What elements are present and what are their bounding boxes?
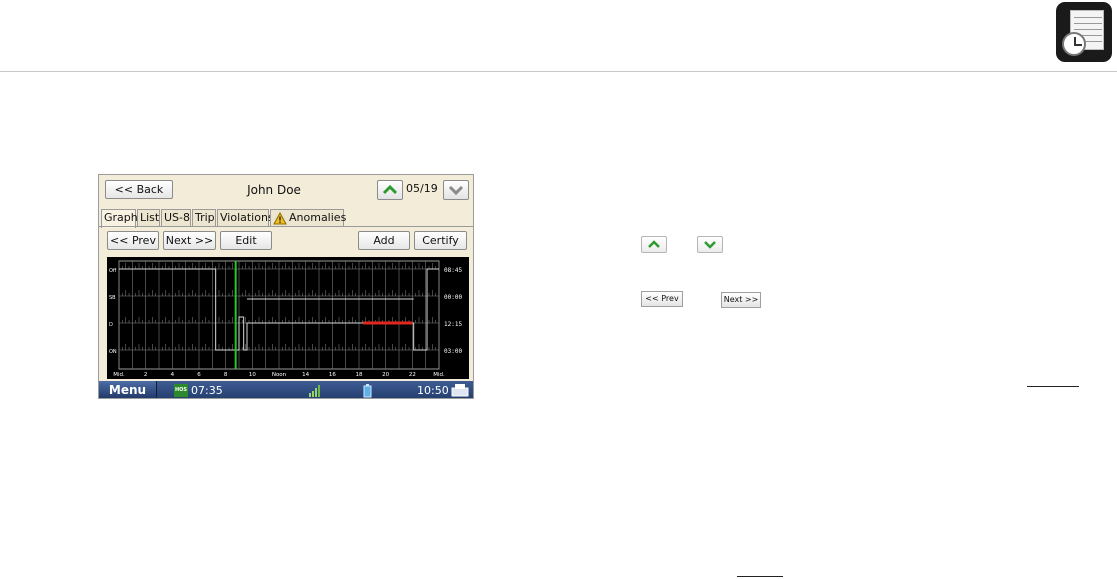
add-button[interactable]: Add <box>358 231 410 250</box>
inline-up-arrow <box>641 236 667 253</box>
status-row-label: D <box>109 322 113 328</box>
hour-axis-label: 16 <box>329 372 336 378</box>
inline-next-button: Next >> <box>721 292 761 308</box>
status-row-label: SB <box>109 295 116 301</box>
device-screen: << Back John Doe 05/19 Graph List US-8 T… <box>98 174 474 399</box>
hour-axis-label: Noon <box>272 372 287 378</box>
duty-status-graph-svg: Off SB D ON 08:45 00:00 12:15 03:00 Mid. 2 4 6 8 10 No… <box>109 260 462 378</box>
tab-list[interactable]: List <box>137 209 160 227</box>
hour-axis-label: 10 <box>249 372 256 378</box>
certify-button[interactable]: Certify <box>414 231 467 250</box>
inline-down-arrow <box>697 236 723 253</box>
status-row-label: Off <box>109 268 117 274</box>
tab-trip[interactable]: Trip <box>192 209 216 227</box>
signal-icon <box>309 385 320 397</box>
tab-divider <box>99 226 473 227</box>
status-total: 00:00 <box>444 294 462 301</box>
status-total: 03:00 <box>444 348 462 355</box>
hour-axis-label: 8 <box>224 372 228 378</box>
edit-button[interactable]: Edit <box>220 231 272 250</box>
underline-mark <box>737 576 783 577</box>
hour-axis-label: 18 <box>356 372 363 378</box>
tab-us8[interactable]: US-8 <box>161 209 191 227</box>
clock-icon <box>1062 32 1086 56</box>
inline-prev-button: << Prev <box>641 291 683 307</box>
chevron-down-icon <box>448 185 464 196</box>
battery-phone-icon <box>363 384 372 398</box>
tab-violations[interactable]: Violations <box>217 209 274 227</box>
chevron-up-icon <box>382 184 398 195</box>
back-button[interactable]: << Back <box>105 180 173 199</box>
hos-remaining-time: 07:35 <box>191 384 223 397</box>
status-bar: Menu HOS 07:35 10:50 <box>99 381 473 398</box>
hour-axis-label: 20 <box>382 372 389 378</box>
clock-time: 10:50 <box>417 384 449 397</box>
chevron-down-icon <box>704 241 716 249</box>
status-total: 08:45 <box>444 267 462 274</box>
status-total: 12:15 <box>444 321 462 328</box>
hour-axis-label: 2 <box>144 372 148 378</box>
hour-axis-label: Mid. <box>113 372 125 378</box>
driver-name: John Doe <box>247 183 301 197</box>
hour-axis-label: 14 <box>302 372 309 378</box>
hour-axis-label: Mid. <box>433 372 445 378</box>
prev-button[interactable]: << Prev <box>107 231 159 250</box>
warning-icon <box>273 212 287 225</box>
duty-status-graph: Off SB D ON 08:45 00:00 12:15 03:00 Mid. 2 4 6 8 10 No… <box>107 257 469 379</box>
log-app-icon <box>1056 2 1112 62</box>
log-date: 05/19 <box>406 182 438 195</box>
hour-axis-label: 22 <box>409 372 416 378</box>
hos-icon: HOS <box>174 384 188 397</box>
previous-day-button[interactable] <box>377 180 403 200</box>
next-day-button[interactable] <box>443 180 469 200</box>
tab-anomalies[interactable]: Anomalies <box>270 209 347 227</box>
manual-page: << Back John Doe 05/19 Graph List US-8 T… <box>0 0 1117 579</box>
printer-icon[interactable] <box>451 383 469 398</box>
menu-button[interactable]: Menu <box>99 381 157 398</box>
next-button[interactable]: Next >> <box>163 231 216 250</box>
hour-axis-label: 6 <box>197 372 201 378</box>
chevron-up-icon <box>648 240 660 248</box>
status-row-label: ON <box>109 349 117 355</box>
hour-axis-label: 4 <box>171 372 175 378</box>
tab-anomalies-label: Anomalies <box>289 211 347 224</box>
underline-mark <box>1027 386 1079 387</box>
header-divider <box>0 71 1117 72</box>
